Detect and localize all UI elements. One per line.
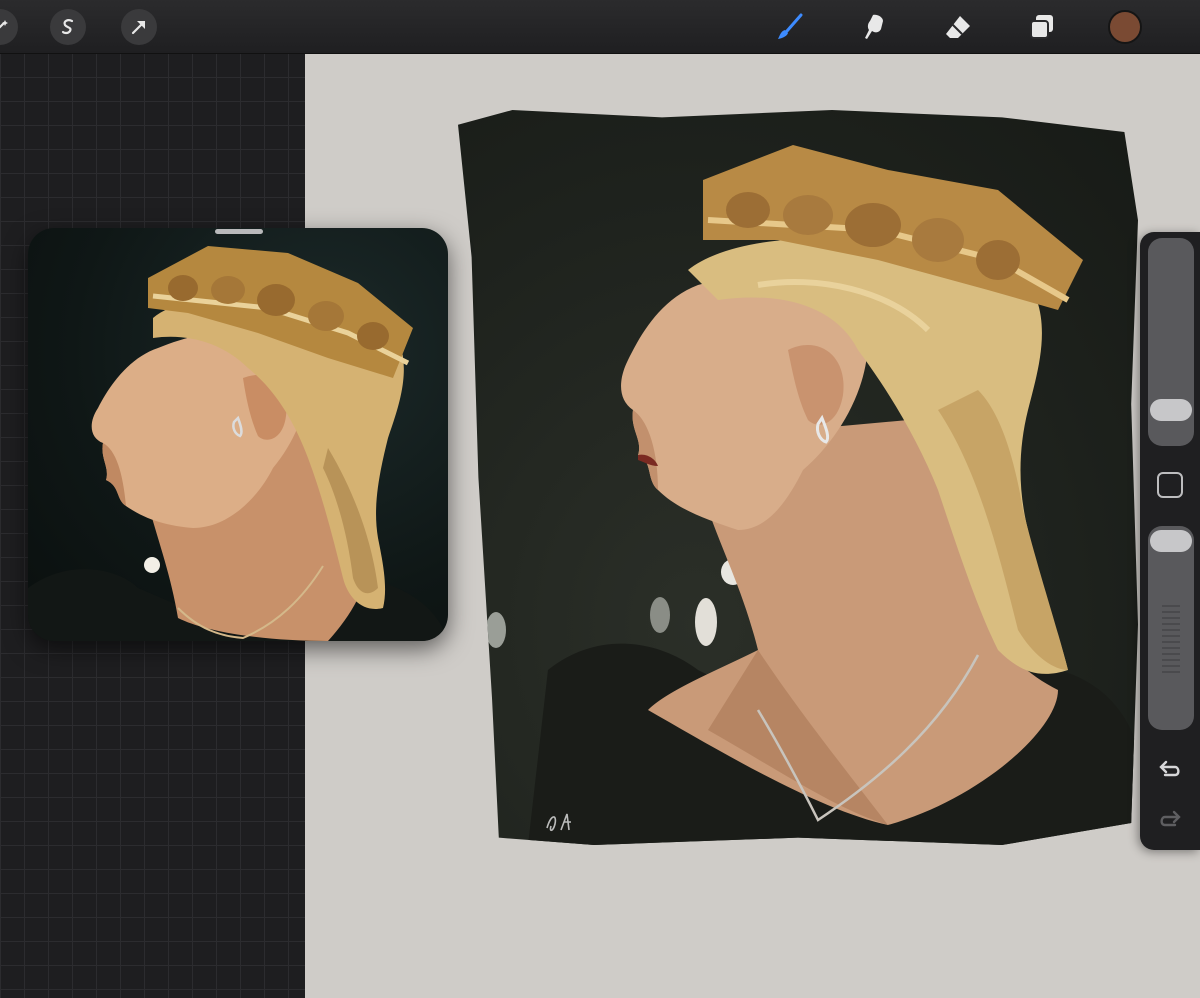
portrait-painting <box>486 145 1138 845</box>
artist-signature <box>543 810 587 841</box>
brush-size-thumb[interactable] <box>1150 398 1192 421</box>
signature-mark-icon <box>546 813 571 832</box>
modify-button[interactable] <box>1157 472 1183 498</box>
top-toolbar <box>0 0 1200 54</box>
side-controls <box>1140 232 1200 850</box>
artwork-canvas[interactable] <box>458 110 1138 845</box>
undo-button[interactable] <box>1154 756 1186 784</box>
opacity-texture <box>1162 605 1180 673</box>
adjustments-wand-button[interactable] <box>0 9 18 45</box>
eraser-icon <box>946 16 970 38</box>
eraser-tool-button[interactable] <box>938 8 978 46</box>
opacity-slider[interactable] <box>1148 526 1194 730</box>
reference-image-window[interactable] <box>28 228 448 641</box>
layers-button[interactable] <box>1022 8 1062 46</box>
smudge-tool-button[interactable] <box>855 8 895 46</box>
layers-icon <box>1030 15 1053 39</box>
reference-photo <box>28 246 448 641</box>
selection-s-icon <box>61 19 74 35</box>
reference-drag-handle[interactable] <box>215 229 263 234</box>
redo-button[interactable] <box>1154 806 1186 834</box>
brush-size-slider[interactable] <box>1148 238 1194 446</box>
brush-tool-button[interactable] <box>770 8 810 46</box>
color-picker-button[interactable] <box>1108 10 1142 44</box>
smudge-icon <box>865 14 883 39</box>
brush-icon <box>778 13 803 39</box>
transform-arrow-icon <box>131 20 146 35</box>
wand-icon <box>0 20 8 29</box>
selection-button[interactable] <box>50 9 86 45</box>
undo-icon <box>1159 760 1180 777</box>
redo-icon <box>1160 810 1181 827</box>
transform-button[interactable] <box>121 9 157 45</box>
opacity-thumb[interactable] <box>1150 530 1192 552</box>
